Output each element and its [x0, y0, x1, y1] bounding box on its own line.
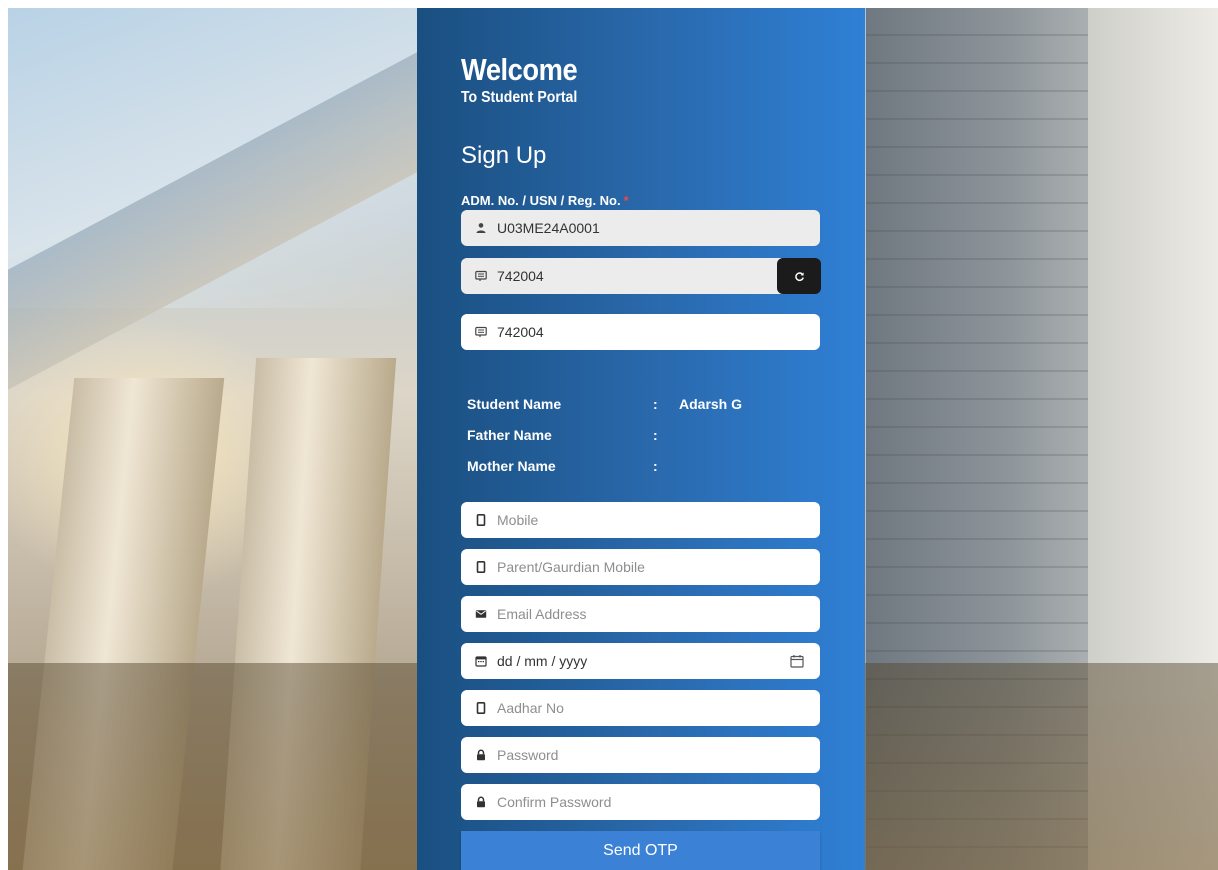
student-name-label: Student Name	[467, 396, 562, 412]
lock-icon	[474, 795, 488, 809]
mobile-icon	[474, 560, 488, 574]
date-picker-icon[interactable]	[790, 654, 804, 668]
password-placeholder: Password	[497, 747, 559, 763]
info-separator: :	[653, 458, 658, 474]
parent-mobile-placeholder: Parent/Gaurdian Mobile	[497, 559, 645, 575]
registration-label-text: ADM. No. / USN / Reg. No.	[461, 193, 621, 208]
aadhar-placeholder: Aadhar No	[497, 700, 564, 716]
portal-subtitle: To Student Portal	[461, 89, 578, 106]
aadhar-input[interactable]: Aadhar No	[461, 690, 820, 726]
confirm-password-placeholder: Confirm Password	[497, 794, 612, 810]
mobile-placeholder: Mobile	[497, 512, 539, 528]
captcha-entered-value: 742004	[497, 324, 544, 340]
confirm-password-input[interactable]: Confirm Password	[461, 784, 820, 820]
mobile-input[interactable]: Mobile	[461, 502, 820, 538]
registration-label: ADM. No. / USN / Reg. No. *	[461, 193, 629, 208]
dob-input[interactable]: dd / mm / yyyy	[461, 643, 820, 679]
info-separator: :	[653, 427, 658, 443]
info-separator: :	[653, 396, 658, 412]
father-name-label: Father Name	[467, 427, 552, 443]
send-otp-button[interactable]: Send OTP	[461, 831, 820, 870]
refresh-icon	[794, 271, 804, 281]
mobile-icon	[474, 513, 488, 527]
email-input[interactable]: Email Address	[461, 596, 820, 632]
registration-input[interactable]: U03ME24A0001	[461, 210, 820, 246]
password-input[interactable]: Password	[461, 737, 820, 773]
calendar-icon	[474, 654, 488, 668]
captcha-display: 742004	[461, 258, 783, 294]
mobile-icon	[474, 701, 488, 715]
parent-mobile-input[interactable]: Parent/Gaurdian Mobile	[461, 549, 820, 585]
user-icon	[474, 221, 488, 235]
captcha-icon	[474, 269, 488, 283]
lock-icon	[474, 748, 488, 762]
captcha-icon	[474, 325, 488, 339]
signup-panel: Welcome To Student Portal Sign Up ADM. N…	[417, 8, 865, 870]
captcha-input[interactable]: 742004	[461, 314, 820, 350]
email-placeholder: Email Address	[497, 606, 587, 622]
mother-name-label: Mother Name	[467, 458, 556, 474]
student-name-value: Adarsh G	[679, 396, 743, 412]
form-title: Sign Up	[461, 142, 547, 169]
refresh-captcha-button[interactable]	[777, 258, 821, 294]
dob-placeholder: dd / mm / yyyy	[497, 653, 588, 669]
registration-value: U03ME24A0001	[497, 220, 600, 236]
captcha-code: 742004	[497, 268, 544, 284]
envelope-icon	[474, 607, 488, 621]
required-mark: *	[623, 193, 629, 208]
welcome-heading: Welcome	[461, 52, 578, 87]
